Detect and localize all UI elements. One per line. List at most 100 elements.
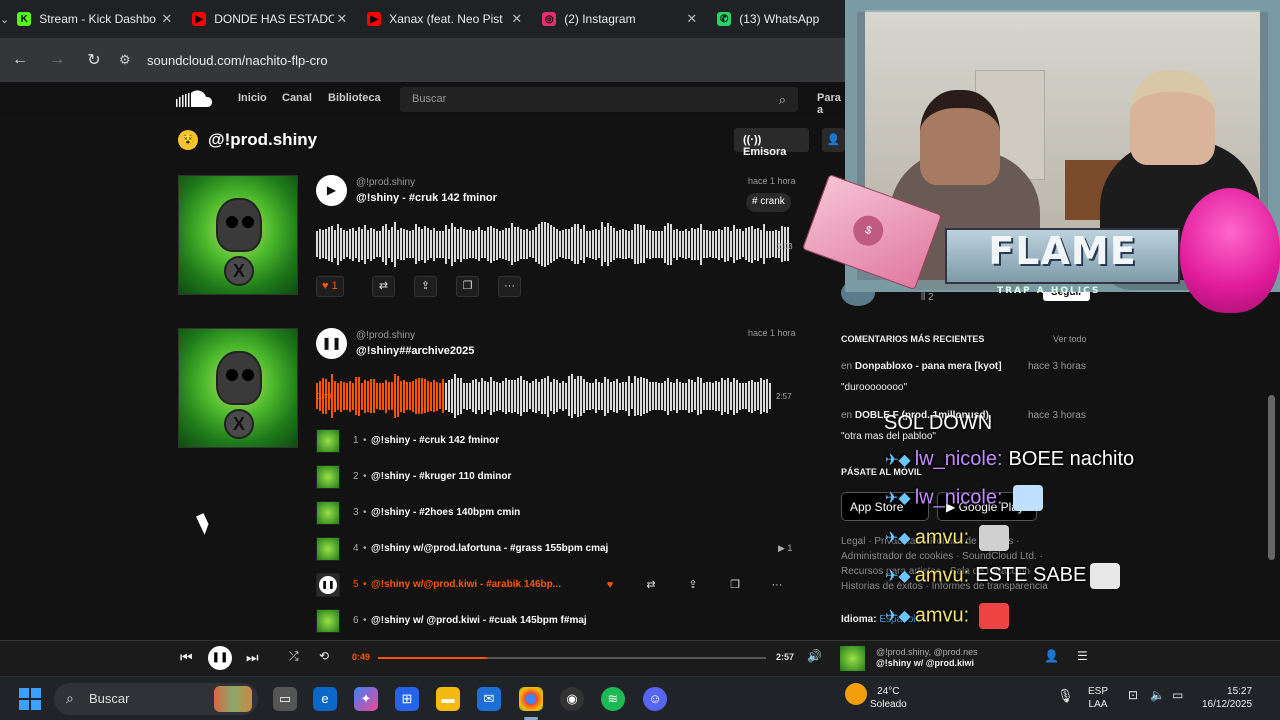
close-tab-icon[interactable]: ✕ — [161, 11, 172, 27]
track-user[interactable]: @!prod.shiny — [356, 177, 415, 188]
person-left-head — [920, 90, 1000, 185]
playlist-track-row[interactable]: 4 • @!shiny w/@prod.lafortuna - #grass 155… — [316, 537, 796, 563]
like-button[interactable]: ♥ 1 — [316, 276, 344, 297]
discord-icon[interactable]: ☺ — [643, 687, 667, 711]
search-icon[interactable]: ⌕ — [779, 92, 786, 108]
edge-icon[interactable]: e — [313, 687, 337, 711]
track-title[interactable]: @!shiny - #cruk 142 fminor — [356, 192, 497, 204]
pause-icon[interactable]: ❚❚ — [208, 646, 232, 670]
forward-icon[interactable]: → — [40, 51, 74, 69]
like-icon[interactable]: ♥ — [598, 575, 622, 595]
spotify-icon[interactable]: ≋ — [601, 687, 625, 711]
clock[interactable]: 15:27 16/12/2025 — [1202, 685, 1252, 711]
waveform[interactable] — [316, 220, 792, 268]
track-title[interactable]: @!shiny - #cruk 142 fminor — [371, 435, 499, 446]
outlook-icon[interactable]: ✉ — [477, 687, 501, 711]
comment-1-context[interactable]: en Donpabloxo - pana mera [kyot] — [841, 361, 1002, 372]
url-field[interactable]: ⚙ soundcloud.com/nachito-flp-cro — [119, 52, 328, 68]
view-all-link[interactable]: Ver todo — [1053, 334, 1087, 344]
progress-bar[interactable] — [378, 657, 766, 659]
more-icon[interactable]: ··· — [765, 575, 789, 595]
track-title[interactable]: @!shiny - #kruger 110 dminor — [371, 471, 511, 482]
close-tab-icon[interactable]: ✕ — [511, 11, 522, 27]
language-indicator[interactable]: ESP LAA — [1088, 685, 1108, 711]
windows-start-icon[interactable] — [19, 688, 41, 710]
task-view-icon[interactable]: ▭ — [273, 687, 297, 711]
next-icon[interactable]: ⏭ — [246, 649, 259, 666]
repeat-icon[interactable]: ⟲ — [319, 649, 329, 663]
playlist-artwork[interactable]: X — [178, 328, 298, 448]
copilot-icon[interactable]: ✦ — [354, 687, 378, 711]
playlist-user[interactable]: @!prod.shiny — [356, 330, 415, 341]
nav-inicio[interactable]: Inicio — [238, 92, 267, 104]
store-icon[interactable]: ⊞ — [395, 687, 419, 711]
now-playing-artwork[interactable] — [840, 646, 865, 671]
playlist-track-row[interactable]: 2 • @!shiny - #kruger 110 dminor — [316, 465, 796, 491]
back-icon[interactable]: ← — [3, 51, 37, 69]
weather-widget[interactable]: 24°C Soleado — [870, 685, 907, 711]
copy-link-button[interactable]: ❐ — [456, 276, 479, 297]
network-icon[interactable]: ⊡ — [1128, 689, 1138, 702]
copy-icon[interactable]: ❐ — [723, 575, 747, 595]
speaker-icon[interactable]: 🔈 — [1150, 689, 1165, 702]
track-thumbnail[interactable] — [316, 609, 340, 633]
nav-biblioteca[interactable]: Biblioteca — [328, 92, 381, 104]
browser-tab[interactable]: ▶ Xanax (feat. Neo Pist ✕ — [359, 4, 534, 34]
waveform-bar — [673, 230, 675, 258]
upsell-link[interactable]: Para a — [817, 92, 845, 116]
soundcloud-logo[interactable] — [176, 89, 214, 109]
track-title[interactable]: @!shiny w/ @prod.kiwi - #cuak 145bpm f#m… — [371, 615, 587, 626]
search-input[interactable]: Buscar ⌕ — [400, 87, 798, 112]
pause-button[interactable]: ❚❚ — [316, 328, 347, 359]
follow-artist-icon[interactable]: 👤 — [1044, 649, 1059, 663]
playlist-track-row[interactable]: 3 • @!shiny - #2hoes 140bpm cmin — [316, 501, 796, 527]
microphone-icon[interactable]: 🎙 — [1057, 689, 1074, 702]
track-thumbnail[interactable] — [316, 537, 340, 561]
track-thumbnail[interactable] — [316, 465, 340, 489]
playlist-track-row[interactable]: 1 • @!shiny - #cruk 142 fminor — [316, 429, 796, 455]
queue-icon[interactable]: ☰ — [1077, 649, 1088, 663]
shuffle-icon[interactable]: ⤮ — [289, 649, 299, 664]
play-button[interactable]: ▶ — [316, 175, 347, 206]
close-tab-icon[interactable]: ✕ — [686, 11, 697, 27]
more-button[interactable]: ··· — [498, 276, 521, 297]
follow-user-icon[interactable]: 👤 — [822, 128, 845, 152]
track-title[interactable]: @!shiny - #2hoes 140bpm cmin — [371, 507, 520, 518]
nav-canal[interactable]: Canal — [282, 92, 312, 104]
share-icon[interactable]: ⇪ — [681, 575, 705, 595]
browser-tab[interactable]: K Stream - Kick Dashbo ✕ — [9, 4, 184, 34]
pause-track-icon[interactable]: ❚❚ — [316, 573, 340, 597]
waveform-playing[interactable] — [316, 372, 774, 420]
track-thumbnail[interactable] — [316, 501, 340, 525]
volume-icon[interactable]: 🔊 — [807, 649, 822, 663]
site-info-icon[interactable]: ⚙ — [119, 52, 137, 68]
repost-icon[interactable]: ⇄ — [639, 575, 663, 595]
track-title[interactable]: @!shiny w/@prod.lafortuna - #grass 155bp… — [371, 543, 608, 554]
close-tab-icon[interactable]: ✕ — [336, 11, 347, 27]
playlist-title[interactable]: @!shiny##archive2025 — [356, 345, 474, 357]
now-playing-title[interactable]: @!shiny w/ @prod.kiwi — [876, 658, 978, 669]
station-button[interactable]: ((·)) Emisora — [734, 128, 809, 158]
share-button[interactable]: ⇪ — [414, 276, 437, 297]
track-artwork[interactable]: X — [178, 175, 298, 295]
reload-icon[interactable]: ↻ — [77, 50, 111, 70]
now-playing-meta[interactable]: @!prod.shiny, @prod.nes @!shiny w/ @prod.… — [876, 647, 978, 669]
tab-search-button[interactable]: ⌄ — [0, 0, 9, 38]
playlist-track-row[interactable]: ❚❚ 5 • @!shiny w/@prod.kiwi - #arabik 146bp… — [316, 573, 796, 599]
taskbar-search[interactable]: ⌕ Buscar — [54, 683, 258, 715]
previous-icon[interactable]: ⏮ — [180, 649, 193, 666]
weather-icon[interactable] — [845, 683, 867, 705]
repost-button[interactable]: ⇄ — [372, 276, 395, 297]
playlist-track-row[interactable]: 6 • @!shiny w/ @prod.kiwi - #cuak 145bpm f… — [316, 609, 796, 635]
page-scrollbar[interactable] — [1268, 395, 1275, 560]
browser-tab[interactable]: ▶ DONDE HAS ESTADO ✕ — [184, 4, 359, 34]
file-explorer-icon[interactable]: ▬ — [436, 687, 460, 711]
track-thumbnail[interactable] — [316, 429, 340, 453]
chrome-icon[interactable] — [519, 687, 543, 711]
obs-icon[interactable]: ◉ — [560, 687, 584, 711]
track-title[interactable]: @!shiny w/@prod.kiwi - #arabik 146bp... — [371, 579, 561, 590]
now-playing-user[interactable]: @!prod.shiny, @prod.nes — [876, 647, 978, 658]
battery-icon[interactable]: ▭ — [1172, 689, 1183, 702]
browser-tab[interactable]: ◎ (2) Instagram ✕ — [534, 4, 709, 34]
track-tag[interactable]: # crank — [746, 193, 791, 212]
